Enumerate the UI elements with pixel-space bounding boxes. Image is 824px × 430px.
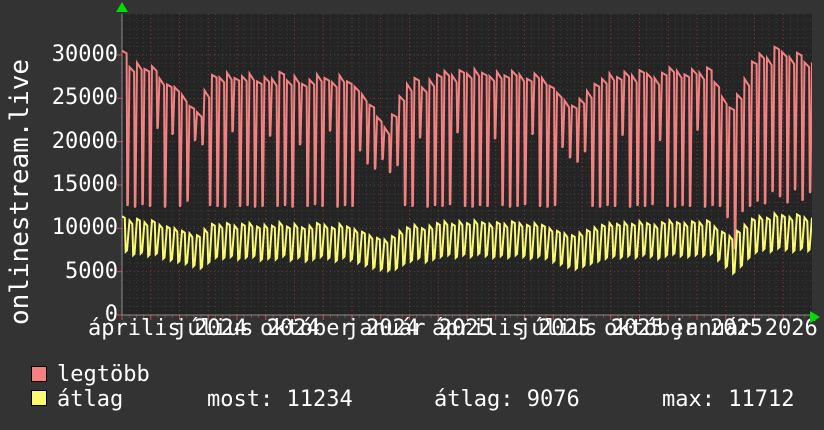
y-axis-arrow-icon: [116, 2, 128, 12]
stat-max-value: 11712: [728, 387, 795, 412]
legend-swatch-avg: [31, 390, 47, 406]
legend-label-max: legtöbb: [57, 362, 150, 387]
y-axis-label: 30000: [51, 42, 118, 67]
stat-max: max: 11712: [662, 388, 794, 412]
y-axis-label: 15000: [51, 172, 118, 197]
y-axis-label: 25000: [51, 85, 118, 111]
x-axis-label: január 2026: [672, 316, 818, 341]
stat-atlag-value: 9076: [526, 387, 580, 412]
vertical-axis-title: onlinestream.live: [5, 58, 35, 326]
stat-atlag-label: átlag:: [434, 387, 514, 412]
y-axis-label: 5000: [65, 258, 118, 284]
legend-swatch-max: [31, 366, 47, 382]
stat-most-label: most:: [207, 387, 274, 412]
stat-most: most: 11234: [207, 388, 353, 412]
stat-max-label: max:: [662, 387, 715, 412]
x-axis-arrow-icon: [810, 311, 820, 323]
stat-atlag: átlag: 9076: [434, 388, 580, 412]
legend-label-avg: átlag: [57, 387, 124, 412]
y-axis-label: 20000: [51, 128, 118, 154]
y-axis-label: 10000: [51, 215, 118, 241]
stat-most-value: 11234: [286, 387, 353, 412]
rrd-graph: onlinestream.live 0 5000 10000 15000 20000 25…: [0, 0, 824, 430]
